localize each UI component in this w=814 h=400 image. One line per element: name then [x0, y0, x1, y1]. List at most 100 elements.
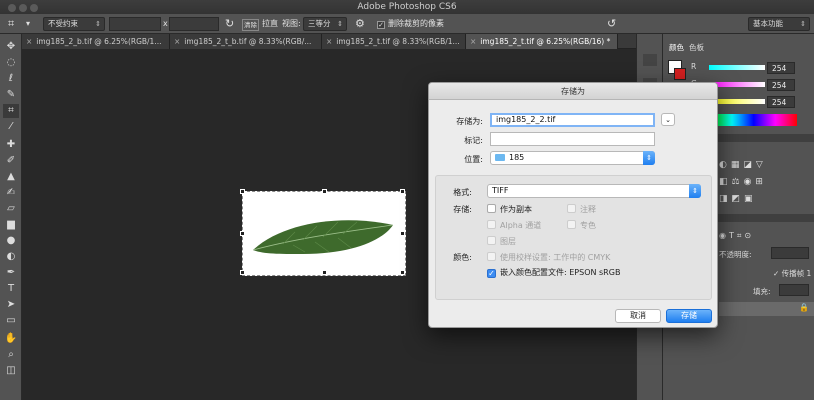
- use-proof-setup-checkbox[interactable]: 使用校样设置: 工作中的 CMYK: [487, 252, 610, 263]
- save-button[interactable]: 存储: [666, 309, 712, 323]
- zoom-window-button[interactable]: [30, 4, 38, 12]
- propagate-frame-label: 传播帧 1: [781, 269, 812, 278]
- updown-arrow-icon: ⇕: [689, 184, 701, 198]
- tab-document-active[interactable]: × img185_2_t.tif @ 6.25%(RGB/16) *: [466, 34, 618, 49]
- minimize-window-button[interactable]: [19, 4, 27, 12]
- opacity-input[interactable]: [771, 247, 809, 259]
- view-label: 视图:: [282, 19, 301, 28]
- delete-cropped-pixels-checkbox[interactable]: ✓ 删除裁剪的像素: [377, 14, 444, 34]
- crop-handle[interactable]: [400, 270, 405, 275]
- tags-label: 标记:: [464, 136, 483, 145]
- swap-dimensions-button[interactable]: x: [163, 14, 168, 34]
- app-title: Adobe Photoshop CS6: [357, 2, 457, 12]
- folder-icon: [495, 154, 505, 161]
- tab-label: img185_2_t.tif @ 6.25%(RGB/16) *: [480, 37, 611, 46]
- quick-mask-icon[interactable]: ◫: [3, 364, 19, 378]
- crop-handle[interactable]: [322, 270, 327, 275]
- tags-input[interactable]: [490, 132, 655, 146]
- leaf-image: [252, 220, 394, 254]
- path-selection-tool-icon[interactable]: ➤: [3, 298, 19, 312]
- save-options-panel: 格式: TIFF ⇕ 存储: 作为副本 注释 Alpha 通道 专色 图层 颜色:…: [435, 175, 712, 300]
- tab-document-1[interactable]: × img185_2_b.tif @ 6.25%(RGB/1...: [22, 34, 170, 49]
- expand-chevron-button[interactable]: ⌄: [661, 113, 675, 126]
- notes-checkbox[interactable]: 注释: [567, 204, 596, 215]
- workspace-select[interactable]: 基本功能: [748, 17, 810, 31]
- zoom-tool-icon[interactable]: ⌕: [3, 348, 19, 362]
- dodge-tool-icon[interactable]: ◐: [3, 250, 19, 264]
- save-as-dialog: 存储为 存储为: img185_2_2.tif ⌄ 标记: 位置: 185 ⇕ 格…: [428, 82, 718, 328]
- history-brush-tool-icon[interactable]: ✍: [3, 186, 19, 200]
- quick-select-tool-icon[interactable]: ✎: [3, 88, 19, 102]
- crop-handle[interactable]: [322, 189, 327, 194]
- clone-stamp-tool-icon[interactable]: ▲: [3, 170, 19, 184]
- marquee-tool-icon[interactable]: ◌: [3, 56, 19, 70]
- tab-swatches[interactable]: 色板: [689, 42, 704, 53]
- cancel-button[interactable]: 取消: [615, 309, 661, 323]
- adjustments-icons-row-2[interactable]: ◧⚖◉⊞: [719, 177, 767, 187]
- g-value-input[interactable]: 254: [767, 79, 795, 91]
- lasso-tool-icon[interactable]: ℓ: [3, 72, 19, 86]
- crop-handle[interactable]: [400, 231, 405, 236]
- rectangle-tool-icon[interactable]: ▭: [3, 314, 19, 328]
- close-icon[interactable]: ×: [470, 37, 476, 46]
- layer-row-background[interactable]: 🔒: [719, 302, 814, 316]
- embed-color-profile-checkbox[interactable]: ✓ 嵌入颜色配置文件: EPSON sRGB: [487, 268, 620, 278]
- lock-icon: 🔒: [799, 303, 809, 312]
- tab-color[interactable]: 颜色: [669, 42, 684, 53]
- spot-color-checkbox[interactable]: 专色: [567, 220, 596, 231]
- as-copy-checkbox[interactable]: 作为副本: [487, 204, 532, 215]
- type-tool-icon[interactable]: T: [3, 282, 19, 296]
- close-icon[interactable]: ×: [174, 37, 180, 46]
- b-value-input[interactable]: 254: [767, 96, 795, 108]
- reset-icon[interactable]: ↺: [607, 14, 616, 34]
- gradient-tool-icon[interactable]: ▆: [3, 218, 19, 232]
- propagate-frame-checkbox[interactable]: ✓ 传播帧 1: [773, 268, 811, 279]
- tab-document-2[interactable]: × img185_2_t_b.tif @ 8.33%(RGB/...: [170, 34, 322, 49]
- rotate-icon[interactable]: ↻: [225, 14, 234, 34]
- location-select[interactable]: 185 ⇕: [490, 151, 655, 165]
- history-panel-icon[interactable]: [643, 54, 657, 66]
- healing-brush-tool-icon[interactable]: ✚: [3, 138, 19, 152]
- spot-color-label: 专色: [580, 221, 596, 230]
- crop-height-input[interactable]: [169, 17, 219, 31]
- straighten-button[interactable]: 拉直: [262, 14, 278, 34]
- crop-handle[interactable]: [240, 189, 245, 194]
- adjustments-icons[interactable]: ◐▦◪▽: [719, 160, 767, 170]
- eraser-tool-icon[interactable]: ▱: [3, 202, 19, 216]
- alpha-channel-checkbox[interactable]: Alpha 通道: [487, 220, 541, 231]
- layers-checkbox[interactable]: 图层: [487, 236, 516, 247]
- r-value-input[interactable]: 254: [767, 62, 795, 74]
- document-canvas[interactable]: [240, 189, 406, 276]
- layer-filter-icons[interactable]: ◉T⌗⊙: [719, 231, 754, 241]
- close-window-button[interactable]: [8, 4, 16, 12]
- eyedropper-tool-icon[interactable]: ⁄: [3, 120, 19, 134]
- crop-handle[interactable]: [240, 270, 245, 275]
- filename-input[interactable]: img185_2_2.tif: [490, 113, 655, 127]
- view-select[interactable]: 三等分: [303, 17, 347, 31]
- crop-tool-icon[interactable]: ⌗: [8, 14, 14, 34]
- close-icon[interactable]: ×: [26, 37, 32, 46]
- tool-preset-chevron-icon[interactable]: ▾: [26, 14, 30, 34]
- close-icon[interactable]: ×: [326, 37, 332, 46]
- updown-arrow-icon: ⇕: [643, 151, 655, 165]
- crop-handle[interactable]: [240, 231, 245, 236]
- crop-tool-icon[interactable]: ⌗: [3, 104, 19, 118]
- pen-tool-icon[interactable]: ✒: [3, 266, 19, 280]
- brush-tool-icon[interactable]: ✐: [3, 154, 19, 168]
- constraint-select[interactable]: 不受约束: [43, 17, 105, 31]
- adjustments-icons-row-3[interactable]: ◨◩▣: [719, 194, 757, 204]
- blur-tool-icon[interactable]: ●: [3, 234, 19, 248]
- gear-icon[interactable]: ⚙: [355, 14, 365, 34]
- format-select[interactable]: TIFF ⇕: [487, 184, 701, 198]
- checkmark-icon: ✓: [377, 21, 385, 29]
- color-slider-r[interactable]: R 254: [671, 62, 811, 76]
- crop-width-input[interactable]: [109, 17, 161, 31]
- crop-handle[interactable]: [400, 189, 405, 194]
- tab-document-3[interactable]: × img185_2_t.tif @ 8.33%(RGB/1...: [322, 34, 466, 49]
- clear-button[interactable]: 清除: [242, 19, 259, 31]
- dialog-title: 存储为: [429, 83, 717, 100]
- fill-input[interactable]: [779, 284, 809, 296]
- move-tool-icon[interactable]: ✥: [3, 40, 19, 54]
- slider-track[interactable]: [709, 65, 765, 70]
- hand-tool-icon[interactable]: ✋: [3, 332, 19, 346]
